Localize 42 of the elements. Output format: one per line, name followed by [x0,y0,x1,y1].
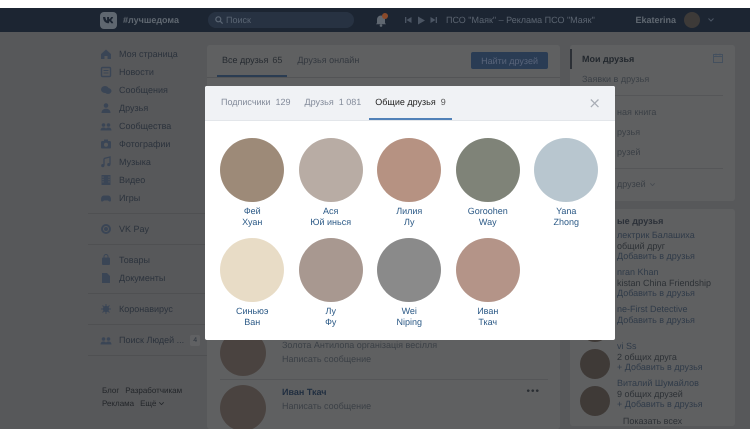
virus-icon [100,303,112,315]
menu-item[interactable]: Мои друзья [570,49,735,69]
camera-icon [100,138,112,150]
friend-name[interactable]: Goroohen Way [468,206,508,228]
friend-name[interactable]: Иван Ткач [282,387,372,397]
tab[interactable]: Друзья 1 081 [298,86,368,120]
friend-name[interactable]: Лу Фу [325,306,336,328]
friend-name[interactable]: Wei Niping [396,306,422,328]
bag-icon [100,254,112,266]
search-icon [215,16,223,24]
coin-icon [100,223,112,235]
house-icon [100,48,112,60]
user-name[interactable]: Ekaterina [635,15,676,25]
more-menu[interactable]: ••• [526,386,540,397]
tab[interactable]: Общие друзья 9 [369,86,452,120]
film-strip-icon [100,174,112,186]
calendar-icon [713,53,723,63]
friend-name[interactable]: Синьюэ Ван [236,306,269,328]
friend-name[interactable]: Фей Хуан [242,206,262,228]
chat-bubbles-icon [100,84,112,96]
site-name[interactable]: #лучшедома [123,15,179,25]
track-title[interactable]: ПСО "Маяк" – Реклама ПСО "Маяк" [446,15,595,25]
previous-track-icon [404,16,412,24]
vk-logo-icon [100,12,117,28]
friend-name[interactable]: Лилия Лу [396,206,422,228]
play-icon [417,16,425,24]
music-note-icon [100,156,112,168]
friend-name[interactable]: Yana Zhong [553,206,580,228]
bell-icon [374,13,388,27]
newspaper-icon [100,66,112,78]
user-avatar[interactable] [684,12,700,28]
friend-name[interactable]: Ася Юй инься [310,206,352,228]
friend-name[interactable]: Иван Ткач [477,306,498,328]
tab[interactable]: Подписчики 129 [215,86,297,120]
close-button[interactable]: × [584,94,605,112]
people-icon [100,120,112,132]
people-icon [100,334,112,346]
document-icon [100,272,112,284]
caret-down-icon [708,18,714,22]
caret-down-icon [159,402,164,405]
person-icon [100,102,112,114]
next-track-icon [430,16,438,24]
